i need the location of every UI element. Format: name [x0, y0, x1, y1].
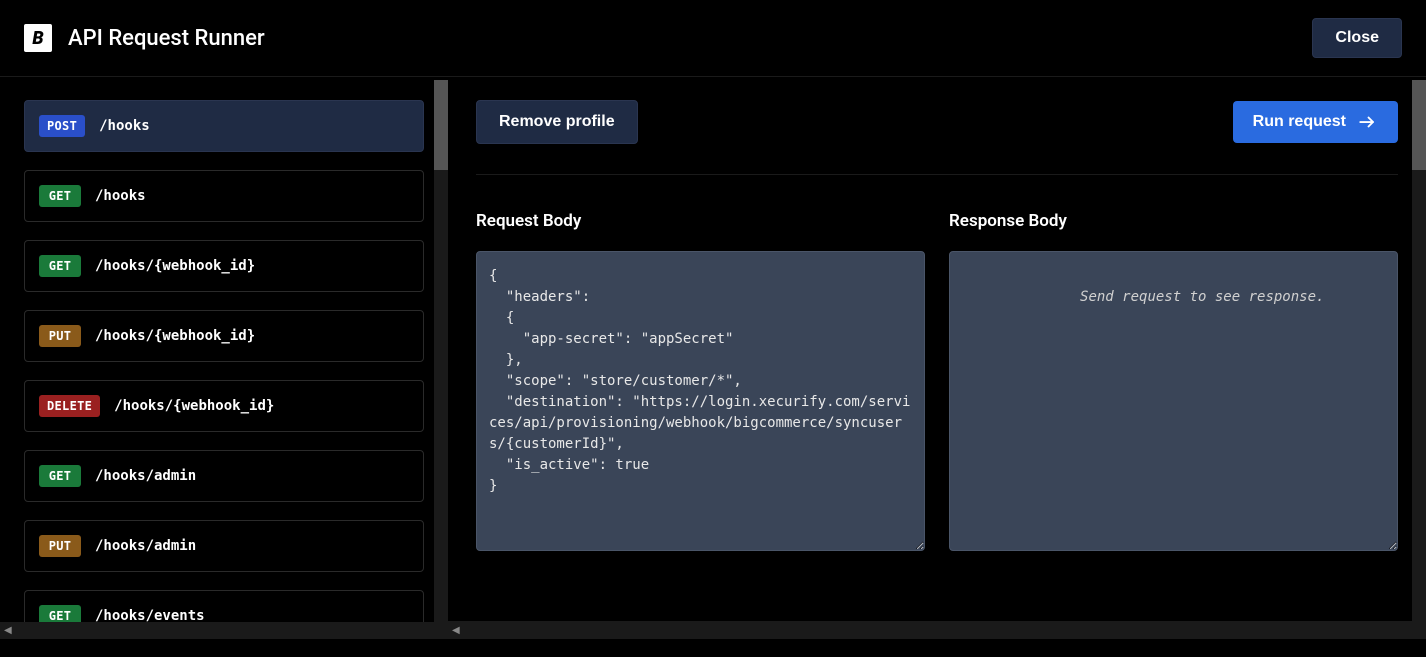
toolbar: Remove profile Run request — [476, 100, 1398, 175]
endpoint-path: /hooks — [99, 118, 150, 134]
method-badge: GET — [39, 185, 81, 207]
endpoint-path: /hooks/admin — [95, 468, 196, 484]
endpoint-item[interactable]: PUT/hooks/admin — [24, 520, 424, 572]
main-scrollbar[interactable] — [1412, 80, 1426, 639]
header: B API Request Runner Close — [0, 0, 1426, 77]
run-request-button[interactable]: Run request — [1233, 101, 1398, 143]
sidebar-scrollbar[interactable] — [434, 80, 448, 639]
endpoint-item[interactable]: DELETE/hooks/{webhook_id} — [24, 380, 424, 432]
endpoint-item[interactable]: GET/hooks/events — [24, 590, 424, 622]
response-placeholder: Send request to see response. — [1080, 289, 1324, 305]
endpoint-item[interactable]: GET/hooks/{webhook_id} — [24, 240, 424, 292]
endpoint-item[interactable]: POST/hooks — [24, 100, 424, 152]
arrow-right-icon — [1356, 113, 1378, 131]
logo-icon: B — [24, 24, 52, 52]
remove-profile-button[interactable]: Remove profile — [476, 100, 638, 144]
response-body-title: Response Body — [949, 211, 1398, 231]
endpoint-path: /hooks — [95, 188, 146, 204]
request-body-title: Request Body — [476, 211, 925, 231]
run-request-label: Run request — [1253, 113, 1346, 131]
endpoint-path: /hooks/{webhook_id} — [95, 258, 255, 274]
response-body-output: Send request to see response. — [949, 251, 1398, 551]
main-panel: Remove profile Run request Request Body … — [448, 80, 1426, 621]
method-badge: PUT — [39, 325, 81, 347]
endpoint-list: POST/hooksGET/hooksGET/hooks/{webhook_id… — [0, 80, 448, 622]
method-badge: GET — [39, 605, 81, 622]
endpoint-item[interactable]: PUT/hooks/{webhook_id} — [24, 310, 424, 362]
method-badge: PUT — [39, 535, 81, 557]
main-h-scrollbar[interactable]: ◀▶ — [448, 621, 1426, 639]
endpoint-path: /hooks/events — [95, 608, 205, 622]
endpoint-path: /hooks/{webhook_id} — [114, 398, 274, 414]
close-button[interactable]: Close — [1312, 18, 1402, 58]
method-badge: POST — [39, 115, 85, 137]
method-badge: DELETE — [39, 395, 100, 417]
endpoint-path: /hooks/admin — [95, 538, 196, 554]
endpoint-item[interactable]: GET/hooks/admin — [24, 450, 424, 502]
method-badge: GET — [39, 465, 81, 487]
endpoint-item[interactable]: GET/hooks — [24, 170, 424, 222]
method-badge: GET — [39, 255, 81, 277]
page-title: API Request Runner — [68, 26, 265, 51]
endpoint-path: /hooks/{webhook_id} — [95, 328, 255, 344]
request-body-input[interactable]: { "headers": { "app-secret": "appSecret"… — [476, 251, 925, 551]
sidebar-h-scrollbar[interactable]: ◀▶ — [0, 622, 448, 639]
